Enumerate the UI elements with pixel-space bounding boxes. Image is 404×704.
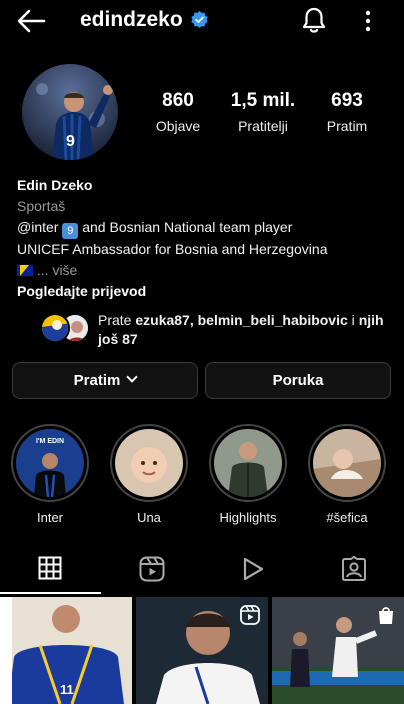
bio-line-2: UNICEF Ambassador for Bosnia and Herzego…: [17, 241, 328, 257]
keycap-nine-icon: 9: [62, 223, 79, 239]
highlight-ring: [308, 424, 386, 502]
profile-bio: Edin Dzeko Sportaš @inter 9 and Bosnian …: [17, 175, 397, 302]
highlight-highlights[interactable]: Highlights: [208, 424, 288, 525]
posts-stat[interactable]: 860 Objave: [133, 90, 223, 134]
profile-username: edindzeko: [80, 8, 183, 31]
back-arrow-icon[interactable]: [16, 8, 46, 34]
highlight-sefica[interactable]: #šefica: [307, 424, 387, 525]
bio-line-1: @inter 9 and Bosnian National team playe…: [17, 217, 397, 239]
posts-label: Objave: [155, 118, 201, 134]
tab-videos[interactable]: [202, 548, 303, 594]
following-label: Pratim: [326, 118, 368, 134]
highlight-label: Highlights: [219, 510, 277, 525]
followed-by-names: ezuka87, belmin_beli_habibovic: [135, 312, 348, 328]
top-bar: edindzeko: [0, 0, 404, 42]
message-button-label: Poruka: [272, 372, 324, 389]
follower-avatar-1: [40, 313, 70, 343]
posts-grid: 11: [0, 597, 404, 704]
highlight-cover: I'M EDIN: [16, 429, 84, 497]
bio-line-1-text: and Bosnian National team player: [82, 219, 293, 235]
message-button[interactable]: Poruka: [205, 362, 391, 399]
followed-by[interactable]: Prate ezuka87, belmin_beli_habibovic i n…: [40, 310, 400, 352]
followed-by-prefix: Prate: [98, 312, 132, 328]
inter-mention-link[interactable]: @inter: [17, 219, 58, 235]
followed-by-connector: i: [351, 312, 355, 328]
post-thumbnail-1[interactable]: 11: [0, 597, 132, 704]
followers-count: 1,5 mil.: [230, 90, 296, 111]
chevron-down-icon: [126, 371, 139, 383]
jersey-number: 11: [60, 682, 74, 697]
bio-more-link[interactable]: ... više: [37, 262, 77, 278]
highlight-cover: [214, 429, 282, 497]
following-button-label: Pratim: [73, 372, 121, 389]
post-thumbnail-3[interactable]: [272, 597, 404, 704]
notification-bell-icon[interactable]: [300, 6, 328, 34]
post-thumbnail-2[interactable]: [136, 597, 268, 704]
reels-icon: [139, 556, 165, 582]
grid-icon: [38, 556, 62, 580]
highlight-inter[interactable]: I'M EDIN Inter: [10, 424, 90, 525]
tagged-icon: [342, 556, 366, 581]
profile-tabs: [0, 548, 404, 594]
more-vertical-icon[interactable]: [358, 8, 378, 34]
tab-tagged[interactable]: [303, 548, 404, 594]
see-translation-link[interactable]: Pogledajte prijevod: [17, 281, 397, 302]
highlight-cover: [115, 429, 183, 497]
bosnia-flag-icon: [17, 265, 33, 276]
highlight-ring: [110, 424, 188, 502]
followers-stat[interactable]: 1,5 mil. Pratitelji: [218, 90, 308, 134]
followers-label: Pratitelji: [238, 118, 288, 134]
highlight-label: #šefica: [326, 510, 368, 525]
profile-avatar[interactable]: 9: [22, 64, 118, 160]
highlight-cover: [313, 429, 381, 497]
active-tab-indicator: [0, 592, 101, 594]
shopping-bag-icon: [379, 607, 393, 624]
highlight-ring: [209, 424, 287, 502]
svg-text:9: 9: [66, 133, 75, 150]
bio-line-3: ... više: [17, 260, 397, 281]
play-icon: [243, 557, 264, 581]
highlight-ring: I'M EDIN: [11, 424, 89, 502]
following-button[interactable]: Pratim: [12, 362, 198, 399]
posts-count: 860: [162, 90, 194, 111]
reel-badge-icon: [240, 605, 260, 625]
highlight-label: Una: [137, 510, 161, 525]
highlight-una[interactable]: Una: [109, 424, 189, 525]
followed-by-text: Prate ezuka87, belmin_beli_habibovic i n…: [98, 311, 398, 349]
highlight-cover-text: I'M EDIN: [36, 438, 64, 445]
highlight-label: Inter: [36, 510, 63, 525]
tab-reels[interactable]: [101, 548, 202, 594]
verified-badge-icon: [191, 11, 208, 28]
following-count: 693: [331, 90, 363, 111]
profile-category: Sportaš: [17, 198, 66, 214]
profile-name: Edin Dzeko: [17, 177, 93, 193]
tab-posts-grid[interactable]: [0, 548, 101, 594]
following-stat[interactable]: 693 Pratim: [302, 90, 392, 134]
